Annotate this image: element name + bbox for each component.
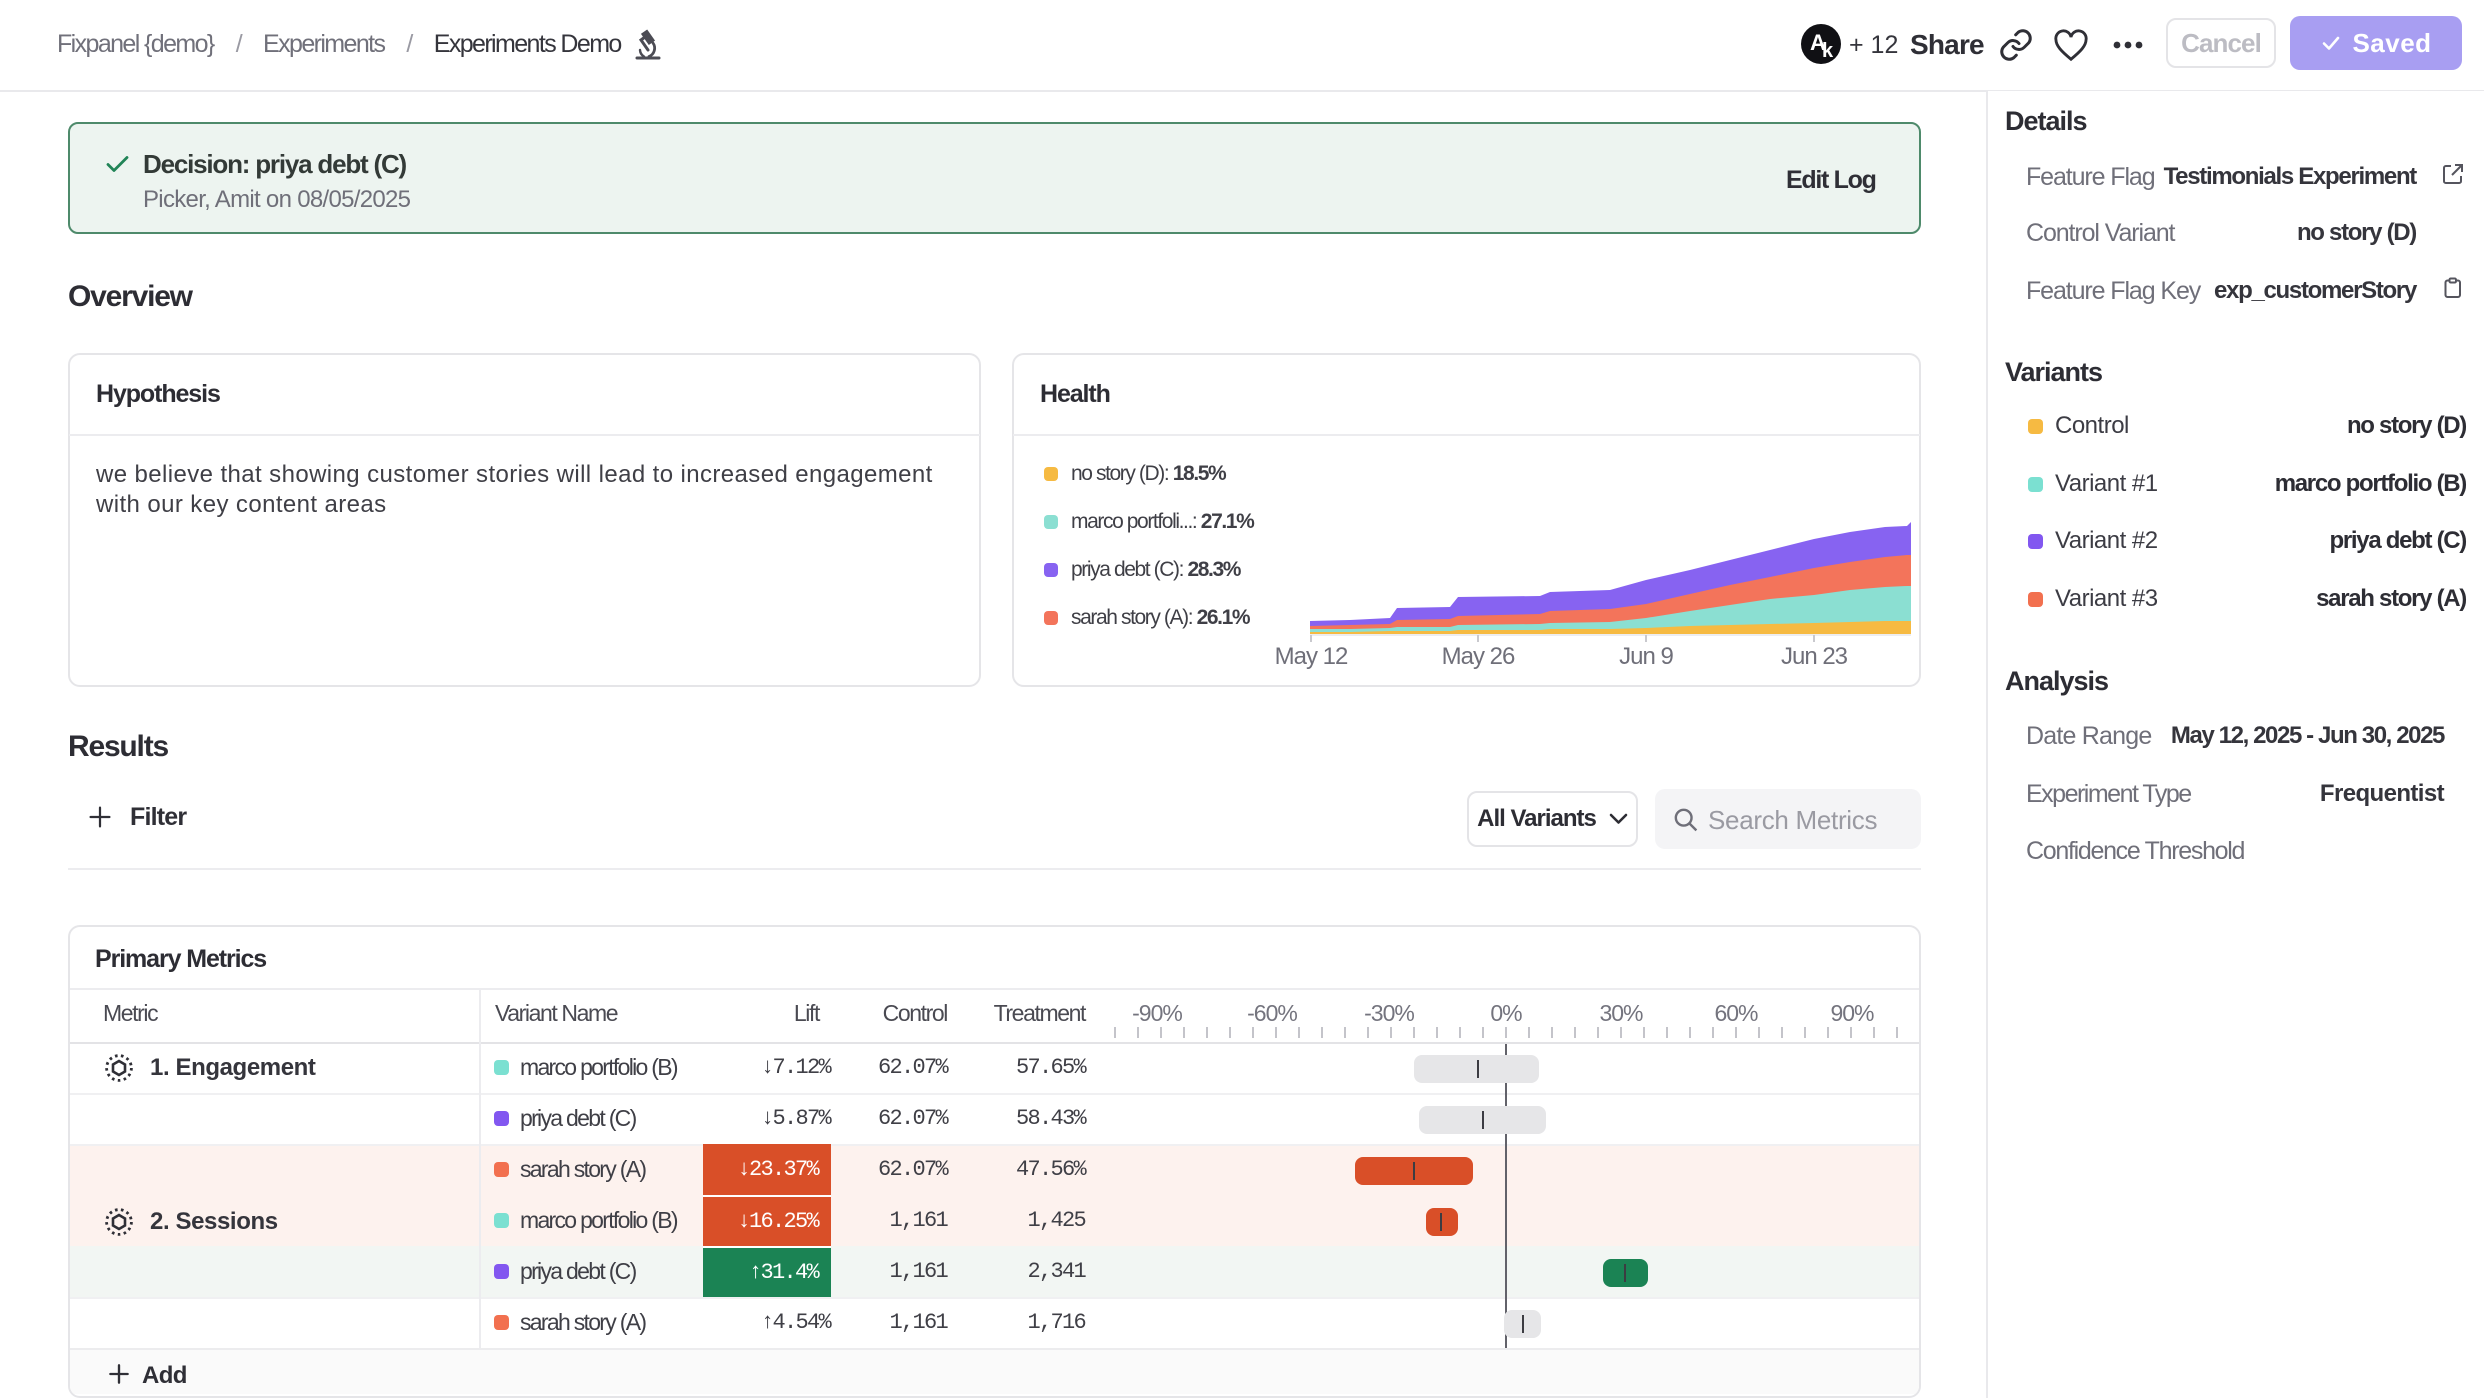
- svg-text:Jun 9: Jun 9: [1619, 643, 1673, 670]
- svg-text:k: k: [1822, 40, 1834, 62]
- svg-text:May 12: May 12: [1275, 643, 1348, 670]
- svg-text:Jun 23: Jun 23: [1781, 643, 1848, 670]
- svg-text:May 26: May 26: [1442, 643, 1515, 670]
